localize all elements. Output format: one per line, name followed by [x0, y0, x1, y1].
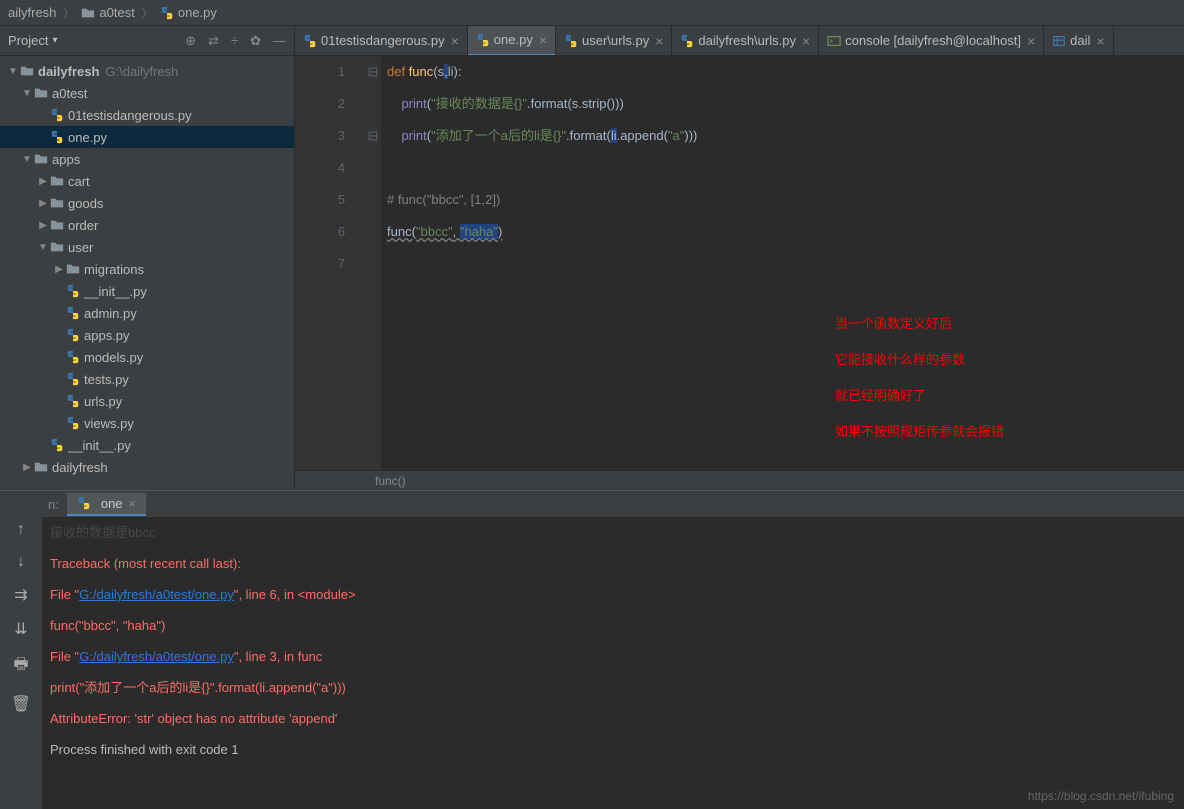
editor-tabs: 01testisdangerous.py×one.py×user\urls.py…	[295, 26, 1184, 56]
fold-column: ⊟⊟	[365, 56, 381, 470]
run-label: n:	[48, 497, 59, 512]
breadcrumb-root[interactable]: ailyfresh	[8, 5, 56, 20]
tree-item[interactable]: ▶dailyfresh	[0, 456, 294, 478]
editor-tab[interactable]: 01testisdangerous.py×	[295, 26, 468, 56]
wrap-icon[interactable]: ⇉	[14, 585, 27, 605]
scroll-icon[interactable]: ⇊	[14, 619, 27, 639]
editor-tab[interactable]: one.py×	[468, 26, 556, 56]
close-icon[interactable]: ×	[451, 33, 459, 49]
code-content[interactable]: def func(s,li): print("接收的数据是{}".format(…	[381, 56, 1184, 470]
project-sidebar: Project ⊕ ⇄ ÷ ✿ — ▼ dailyfreshG:\dailyfr…	[0, 26, 295, 490]
trash-icon[interactable]: 🗑	[11, 694, 31, 714]
project-tree: ▼ dailyfreshG:\dailyfresh ▼a0test01testi…	[0, 56, 294, 490]
down-icon[interactable]: ↓	[17, 553, 25, 571]
close-icon[interactable]: ×	[655, 33, 663, 49]
folder-icon	[81, 6, 95, 20]
breadcrumb-folder[interactable]: a0test	[99, 5, 134, 20]
close-icon[interactable]: ×	[802, 33, 810, 49]
file-link[interactable]: G:/dailyfresh/a0test/one.py	[79, 649, 234, 664]
tree-item[interactable]: __init__.py	[0, 434, 294, 456]
python-file-icon	[160, 6, 174, 20]
tree-item[interactable]: ▶goods	[0, 192, 294, 214]
chevron-icon: 〉	[62, 3, 75, 22]
editor-tab[interactable]: console [dailyfresh@localhost]×	[819, 26, 1044, 56]
run-tab-active[interactable]: one ×	[67, 493, 146, 516]
close-icon[interactable]: ×	[1027, 33, 1035, 49]
code-breadcrumb[interactable]: func()	[295, 470, 1184, 490]
target-icon[interactable]: ⊕	[185, 33, 196, 49]
tree-item[interactable]: ▼apps	[0, 148, 294, 170]
tree-item[interactable]: models.py	[0, 346, 294, 368]
tree-root[interactable]: ▼ dailyfreshG:\dailyfresh	[0, 60, 294, 82]
run-toolbar: ↑ ↓ ⇉ ⇊ 🖶 🗑	[0, 491, 42, 809]
tree-item[interactable]: apps.py	[0, 324, 294, 346]
console-output[interactable]: 接收的数据是bbcc Traceback (most recent call l…	[42, 517, 1184, 809]
file-link[interactable]: G:/dailyfresh/a0test/one.py	[79, 587, 234, 602]
editor-tab[interactable]: dailyfresh\urls.py×	[672, 26, 819, 56]
line-gutter: 1234567	[295, 56, 365, 470]
tree-item[interactable]: __init__.py	[0, 280, 294, 302]
close-icon[interactable]: ×	[1096, 33, 1104, 49]
tree-item[interactable]: ▶order	[0, 214, 294, 236]
tree-item[interactable]: 01testisdangerous.py	[0, 104, 294, 126]
run-tabs: n: one ×	[42, 491, 1184, 517]
up-icon[interactable]: ↑	[17, 521, 25, 539]
tree-item[interactable]: tests.py	[0, 368, 294, 390]
python-file-icon	[77, 496, 91, 510]
tree-item[interactable]: ▶cart	[0, 170, 294, 192]
run-panel: ↑ ↓ ⇉ ⇊ 🖶 🗑 n: one × 接收的数据是bbcc Tracebac…	[0, 490, 1184, 809]
editor-tab[interactable]: user\urls.py×	[556, 26, 672, 56]
collapse-icon[interactable]: ÷	[231, 33, 238, 49]
hide-icon[interactable]: —	[273, 33, 286, 49]
editor-body[interactable]: 1234567 ⊟⊟ def func(s,li): print("接收的数据是…	[295, 56, 1184, 470]
tree-item[interactable]: one.py	[0, 126, 294, 148]
sidebar-header: Project ⊕ ⇄ ÷ ✿ —	[0, 26, 294, 56]
close-icon[interactable]: ×	[129, 496, 137, 511]
breadcrumb-file[interactable]: one.py	[178, 5, 217, 20]
sidebar-title[interactable]: Project	[8, 33, 58, 48]
path-breadcrumb: ailyfresh 〉 a0test 〉 one.py	[0, 0, 1184, 26]
tree-item[interactable]: admin.py	[0, 302, 294, 324]
chevron-icon: 〉	[141, 3, 154, 22]
tree-item[interactable]: urls.py	[0, 390, 294, 412]
tree-item[interactable]: ▼user	[0, 236, 294, 258]
tree-item[interactable]: views.py	[0, 412, 294, 434]
gear-icon[interactable]: ✿	[250, 33, 261, 49]
tree-item[interactable]: ▶migrations	[0, 258, 294, 280]
editor-area: 01testisdangerous.py×one.py×user\urls.py…	[295, 26, 1184, 490]
expand-icon[interactable]: ⇄	[208, 33, 219, 49]
print-icon[interactable]: 🖶	[13, 653, 28, 680]
close-icon[interactable]: ×	[539, 32, 547, 48]
tree-item[interactable]: ▼a0test	[0, 82, 294, 104]
editor-tab[interactable]: dail×	[1044, 26, 1113, 56]
folder-icon	[20, 64, 34, 78]
watermark: https://blog.csdn.net/ifubing	[1028, 789, 1174, 803]
